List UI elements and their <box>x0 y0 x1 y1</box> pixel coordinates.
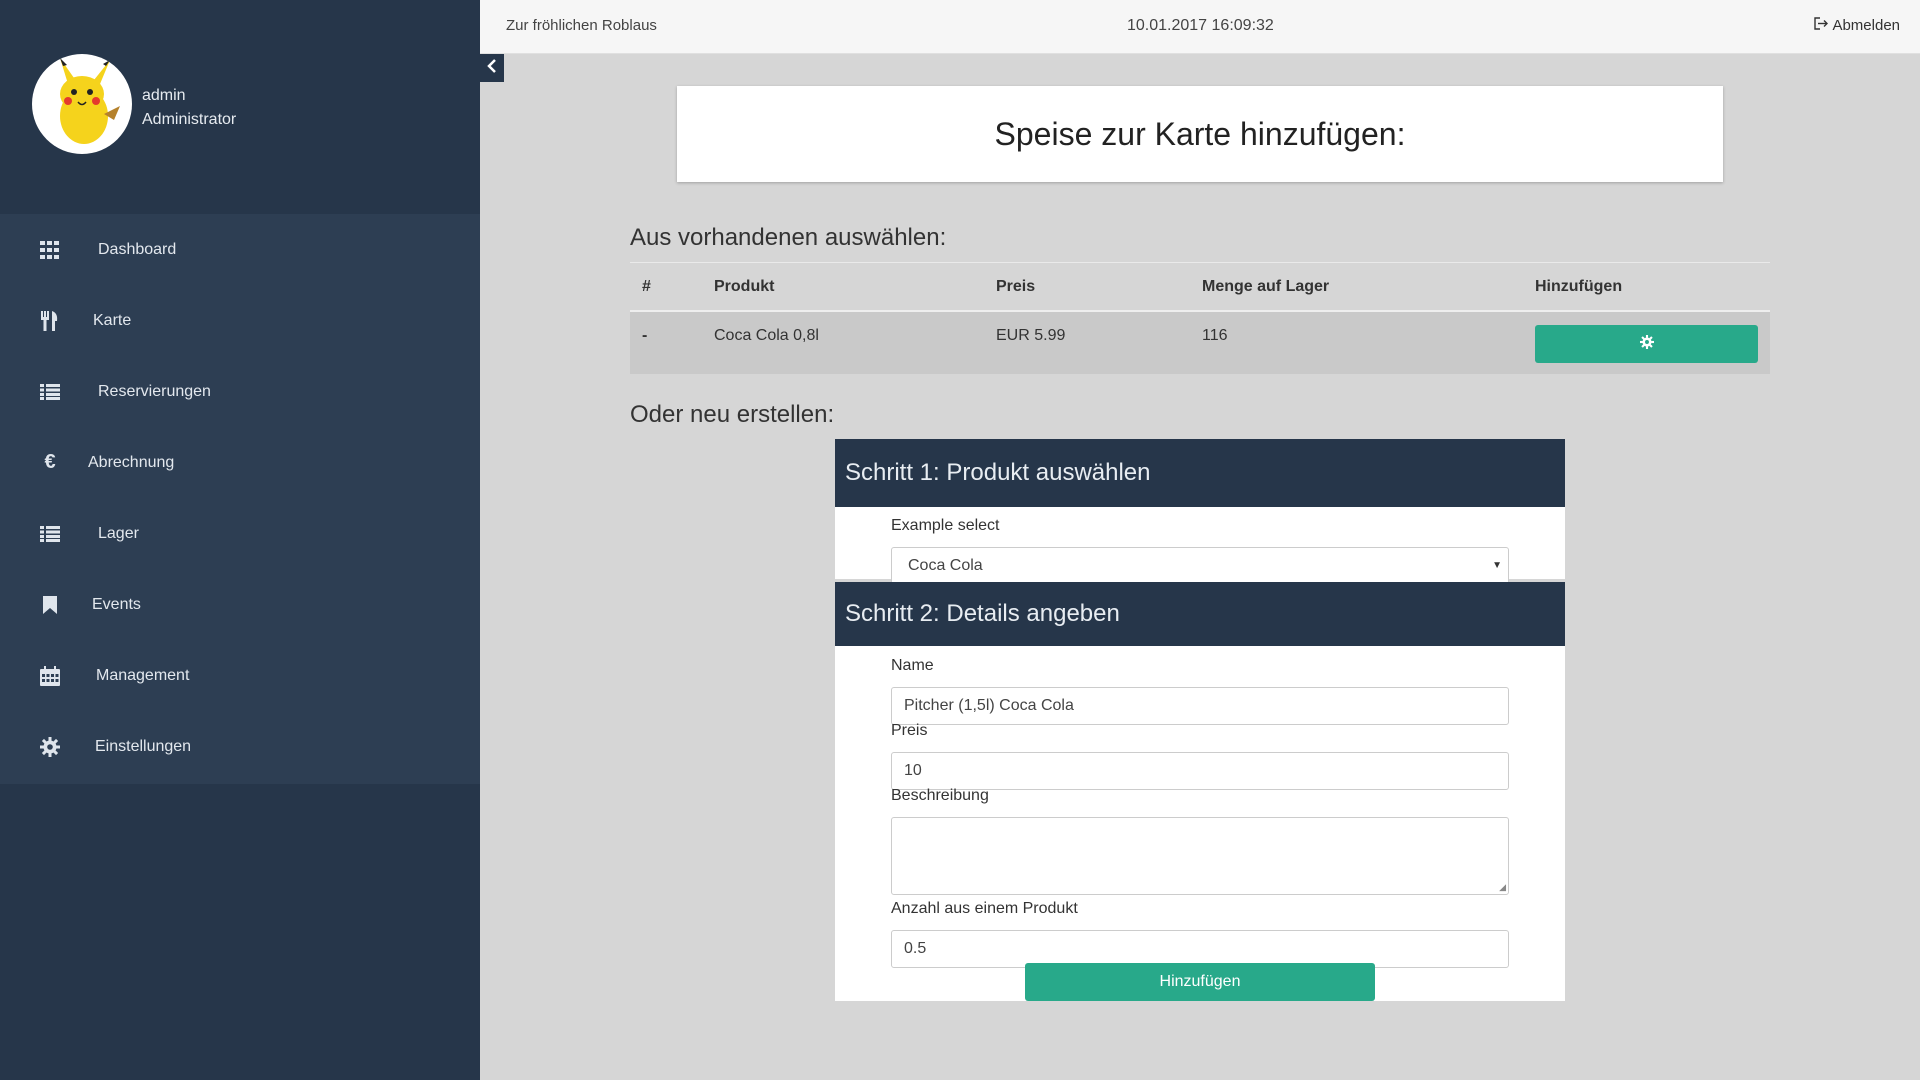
restaurant-name: Zur fröhlichen Roblaus <box>506 17 657 34</box>
sidebar-item-label: Abrechnung <box>88 453 175 471</box>
select-value: Coca Cola <box>908 557 983 574</box>
sidebar-item-management[interactable]: Management <box>0 640 480 711</box>
logout-button[interactable]: Abmelden <box>1814 17 1900 34</box>
chevron-left-icon <box>487 58 497 78</box>
sidebar-item-label: Lager <box>98 524 139 542</box>
euro-icon: € <box>44 451 56 473</box>
sidebar-item-lager[interactable]: Lager <box>0 498 480 569</box>
top-bar: Zur fröhlichen Roblaus 10.01.2017 16:09:… <box>480 0 1920 54</box>
user-role: Administrator <box>142 111 237 128</box>
product-name: Coca Cola 0,8l <box>714 327 819 344</box>
grid-icon <box>38 238 62 262</box>
sidebar-item-label: Management <box>96 666 190 684</box>
sidebar-item-label: Dashboard <box>98 240 177 258</box>
list-icon <box>38 380 62 404</box>
sidebar-item-einstellungen[interactable]: Einstellungen <box>0 711 480 782</box>
gear-icon <box>38 735 62 759</box>
new-heading: Oder neu erstellen: <box>630 401 835 428</box>
column-header: Menge auf Lager <box>1202 278 1330 295</box>
step2-panel: Schritt 2: Details angeben Name Pitcher … <box>835 582 1565 1001</box>
user-name: admin <box>142 87 186 104</box>
sidebar-item-dashboard[interactable]: Dashboard <box>0 214 480 285</box>
name-value: Pitcher (1,5l) Coca Cola <box>904 697 1074 714</box>
quantity-value: 0.5 <box>904 940 927 957</box>
bookmark-icon <box>38 593 62 617</box>
product-table: # Produkt Preis Menge auf Lager Hinzufüg… <box>630 262 1770 374</box>
sidebar-item-karte[interactable]: Karte <box>0 285 480 356</box>
price-input[interactable]: 10 <box>891 752 1509 790</box>
name-label: Name <box>891 657 934 674</box>
logout-icon <box>1814 17 1829 34</box>
page-title-card: Speise zur Karte hinzufügen: <box>677 86 1723 182</box>
product-price: EUR 5.99 <box>996 327 1066 344</box>
calendar-icon <box>38 664 62 688</box>
price-value: 10 <box>904 762 922 779</box>
column-header: Preis <box>996 278 1036 295</box>
existing-heading: Aus vorhandenen auswählen: <box>630 224 947 251</box>
add-existing-product-button[interactable] <box>1535 325 1758 363</box>
sidebar-item-events[interactable]: Events <box>0 569 480 640</box>
sidebar-item-label: Events <box>92 595 141 613</box>
avatar[interactable] <box>32 54 132 154</box>
user-profile: admin Administrator <box>0 0 480 214</box>
description-label: Beschreibung <box>891 787 989 804</box>
add-new-product-button[interactable]: Hinzufügen <box>1025 963 1375 1001</box>
table-row: - Coca Cola 0,8l EUR 5.99 116 <box>630 312 1770 374</box>
quantity-label: Anzahl aus einem Produkt <box>891 900 1078 917</box>
sidebar-nav: Dashboard Karte Reservierungen € Abrechn… <box>0 214 480 784</box>
step2-title: Schritt 2: Details angeben <box>835 582 1565 646</box>
column-header: Hinzufügen <box>1535 278 1623 295</box>
product-select[interactable]: Coca Cola ▼ <box>891 547 1509 585</box>
sidebar-item-label: Karte <box>93 311 132 329</box>
sidebar-item-label: Reservierungen <box>98 382 211 400</box>
table-header: # Produkt Preis Menge auf Lager Hinzufüg… <box>630 263 1770 312</box>
profile-text: admin Administrator <box>142 84 236 132</box>
gear-icon <box>1639 334 1654 354</box>
sidebar-item-abrechnung[interactable]: € Abrechnung <box>0 427 480 498</box>
sidebar-item-reservierungen[interactable]: Reservierungen <box>0 356 480 427</box>
column-header: Produkt <box>714 278 775 295</box>
step1-panel: Schritt 1: Produkt auswählen Example sel… <box>835 439 1565 585</box>
select-label: Example select <box>891 517 1000 534</box>
list-icon <box>38 522 62 546</box>
name-input[interactable]: Pitcher (1,5l) Coca Cola <box>891 687 1509 725</box>
logout-label: Abmelden <box>1832 17 1900 34</box>
caret-down-icon: ▼ <box>1492 560 1502 571</box>
cutlery-icon <box>38 309 62 333</box>
sidebar: admin Administrator Dashboard Karte Rese… <box>0 0 480 1080</box>
product-stock: 116 <box>1202 327 1228 344</box>
sidebar-toggle-button[interactable] <box>480 54 504 82</box>
sidebar-item-label: Einstellungen <box>95 737 192 755</box>
column-header: # <box>642 278 651 295</box>
resize-handle-icon[interactable]: ◢ <box>1499 882 1506 893</box>
step1-title: Schritt 1: Produkt auswählen <box>835 439 1565 507</box>
row-number: - <box>642 327 648 344</box>
description-textarea[interactable]: ◢ <box>891 817 1509 895</box>
current-datetime: 10.01.2017 16:09:32 <box>1127 17 1274 34</box>
page-title: Speise zur Karte hinzufügen: <box>994 115 1406 152</box>
price-label: Preis <box>891 722 928 739</box>
